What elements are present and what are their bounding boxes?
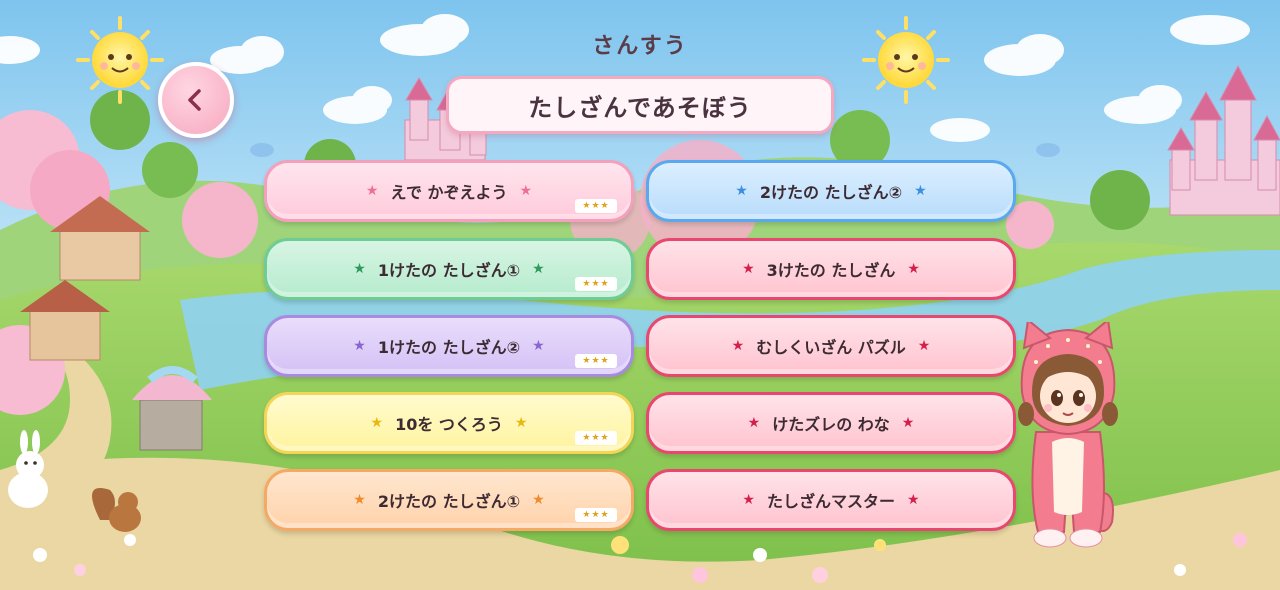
star-icon: ★ [532, 492, 545, 508]
page-title-text: たしざんであそぼう [528, 93, 752, 122]
lesson-button-left-1[interactable]: ★ えで かぞえよう ★ ★★★ [264, 160, 634, 222]
lesson-button-left-4[interactable]: ★ 10を つくろう ★ ★★★ [264, 392, 634, 454]
lesson-label: 2けたの たしざん② [759, 183, 903, 202]
lesson-label: 3けたの たしざん [766, 261, 896, 280]
star-icon: ★ [747, 415, 761, 431]
star-icon: ★ [735, 183, 748, 199]
lesson-label: 2けたの たしざん① [377, 492, 521, 511]
star-icon: ★ [365, 183, 379, 199]
star-icon: ★ [901, 415, 915, 431]
lesson-label: 1けたの たしざん② [377, 338, 521, 357]
page-title: たしざんであそぼう [446, 76, 834, 134]
lesson-button-right-1[interactable]: ★ 2けたの たしざん② ★ [646, 160, 1016, 222]
star-icon: ★ [742, 261, 755, 277]
lesson-button-left-2[interactable]: ★ 1けたの たしざん① ★ ★★★ [264, 238, 634, 300]
lesson-button-right-4[interactable]: ★ けたズレの わな ★ [646, 392, 1016, 454]
star-icon: ★ [532, 261, 545, 277]
star-rating-badge: ★★★ [575, 277, 617, 291]
star-rating-badge: ★★★ [575, 508, 617, 522]
lesson-button-left-3[interactable]: ★ 1けたの たしざん② ★ ★★★ [264, 315, 634, 377]
lesson-button-right-5[interactable]: ★ たしざんマスター ★ [646, 469, 1016, 531]
lesson-label: 1けたの たしざん① [377, 261, 521, 280]
star-icon: ★ [907, 261, 920, 277]
star-icon: ★ [353, 492, 366, 508]
back-button[interactable] [158, 62, 234, 138]
chevron-left-icon [188, 89, 201, 111]
star-icon: ★ [353, 261, 366, 277]
star-icon: ★ [917, 338, 931, 354]
star-icon: ★ [514, 415, 528, 431]
lesson-label: 10を つくろう [395, 415, 503, 434]
star-icon: ★ [731, 338, 745, 354]
lesson-label: むしくいざん パズル [756, 338, 906, 357]
lesson-button-right-3[interactable]: ★ むしくいざん パズル ★ [646, 315, 1016, 377]
lesson-label: えで かぞえよう [390, 183, 508, 202]
star-icon: ★ [907, 492, 920, 508]
star-rating-badge: ★★★ [575, 199, 617, 213]
lesson-button-left-5[interactable]: ★ 2けたの たしざん① ★ ★★★ [264, 469, 634, 531]
star-rating-badge: ★★★ [575, 354, 617, 368]
star-icon: ★ [519, 183, 533, 199]
star-icon: ★ [914, 183, 927, 199]
lesson-label: たしざんマスター [766, 492, 895, 511]
star-icon: ★ [742, 492, 755, 508]
star-icon: ★ [532, 338, 545, 354]
star-icon: ★ [353, 338, 366, 354]
lesson-label: けたズレの わな [772, 415, 890, 434]
subject-label: さんすう [592, 34, 688, 59]
star-rating-badge: ★★★ [575, 431, 617, 445]
lesson-button-right-2[interactable]: ★ 3けたの たしざん ★ [646, 238, 1016, 300]
star-icon: ★ [370, 415, 384, 431]
mascot-girl-strawberry-costume [1018, 322, 1118, 548]
